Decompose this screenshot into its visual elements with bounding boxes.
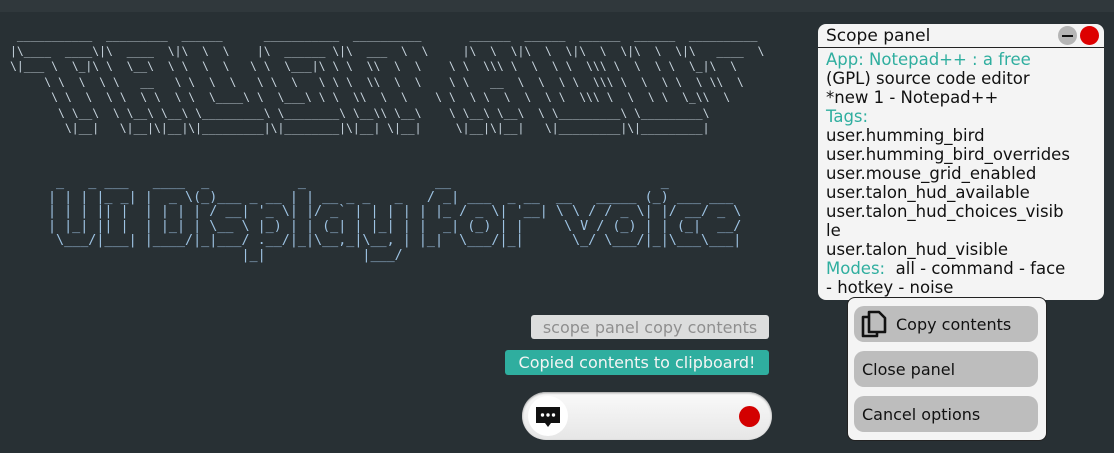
subtitle-art-line: \___/|___| |____/|_|___/ .__/|_|\__,_|\_… bbox=[48, 233, 742, 248]
title-art-line: \ \ \ \ \ \ \ \ \ \____\ \ \___\ \ \ \\ … bbox=[10, 90, 731, 104]
subtitle-art-line: | |_| || | | |_| | \__ \ |_) | | (_| | |… bbox=[48, 218, 742, 234]
tag-item: user.talon_hud_visible bbox=[826, 240, 1009, 259]
copy-contents-label: Copy contents bbox=[896, 314, 1012, 334]
tag-item: le bbox=[826, 221, 841, 240]
subtitle-art-line: | | | |_ _| | _ \(_)___ _ __ | | __ _ _ … bbox=[48, 189, 742, 205]
tag-item: user.humming_bird bbox=[826, 126, 985, 145]
minimize-button[interactable] bbox=[1058, 26, 1077, 45]
close-panel-option[interactable]: Close panel bbox=[854, 351, 1038, 387]
subtitle-art-line: | | | || | | | | | / __| '_ \| |/ _` | |… bbox=[48, 204, 742, 219]
scope-panel: Scope panel App: Notepad++ : a free (GPL… bbox=[818, 24, 1104, 300]
copy-contents-option[interactable]: Copy contents bbox=[854, 306, 1038, 342]
modes-value-continued: - hotkey - noise bbox=[826, 278, 954, 297]
app-value: Notepad++ : a free bbox=[869, 50, 1031, 69]
app-line: *new 1 - Notepad++ bbox=[826, 88, 999, 107]
cancel-options-option[interactable]: Cancel options bbox=[854, 396, 1038, 432]
title-art-line: |\____ ____\|\ ____ \|\ \ \ |\ ______ \|… bbox=[10, 43, 765, 58]
status-bar bbox=[522, 392, 772, 440]
tag-item: user.mouse_grid_enabled bbox=[826, 164, 1037, 183]
top-band bbox=[0, 0, 1114, 12]
title-art-line: \|__| \|__|\|__|\|_________|\|________|\… bbox=[10, 121, 710, 135]
title-art-line: \ \__\ \ \__\ \__\ \_________\ \________… bbox=[10, 105, 710, 120]
command-notification: scope panel copy contents bbox=[531, 315, 769, 339]
cancel-options-label: Cancel options bbox=[862, 404, 981, 424]
recording-indicator-icon[interactable] bbox=[739, 406, 760, 427]
options-menu: Copy contents Close panel Cancel options bbox=[847, 297, 1047, 441]
scope-panel-header[interactable]: Scope panel bbox=[818, 24, 1104, 48]
tags-label: Tags: bbox=[826, 107, 869, 126]
modes-value: all - command - face bbox=[895, 259, 1066, 278]
scope-panel-content: App: Notepad++ : a free (GPL) source cod… bbox=[818, 48, 1104, 299]
chat-bubble-icon bbox=[536, 407, 560, 427]
subtitle-art-line: |_| |___/ bbox=[48, 247, 742, 263]
ui-display-for-voice-ascii-subtitle: _ _ ___ ____ _ _ __ _ | | | |_ _| | _ \(… bbox=[48, 175, 750, 263]
close-button[interactable] bbox=[1080, 26, 1099, 45]
close-panel-label: Close panel bbox=[862, 359, 956, 379]
modes-label: Modes: bbox=[826, 259, 886, 278]
tag-item: user.talon_hud_choices_visib bbox=[826, 202, 1064, 221]
app-line: (GPL) source code editor bbox=[826, 69, 1030, 88]
scope-panel-title: Scope panel bbox=[826, 25, 931, 46]
talon-hud-ascii-title: ___________ _________ ______ ___________… bbox=[10, 28, 764, 137]
status-notification: Copied contents to clipboard! bbox=[505, 350, 769, 375]
title-art-line: ___________ _________ ______ ___________… bbox=[10, 28, 758, 42]
chat-bubble-button[interactable] bbox=[528, 396, 568, 436]
title-art-line: \|___ \ \_|\ \ \__\ \ \ \ \ \ \ \___|\ \… bbox=[10, 59, 737, 73]
title-art-line: \ \ \ \ \ __ \ \ \ \ \ \ \ \ \ \ \\ \ \ … bbox=[10, 74, 744, 89]
copy-icon bbox=[860, 309, 888, 339]
app-label: App: bbox=[826, 50, 864, 69]
tag-item: user.talon_hud_available bbox=[826, 183, 1030, 202]
tag-item: user.humming_bird_overrides bbox=[826, 145, 1070, 164]
subtitle-art-line: _ _ ___ ____ _ _ __ _ bbox=[48, 175, 750, 190]
